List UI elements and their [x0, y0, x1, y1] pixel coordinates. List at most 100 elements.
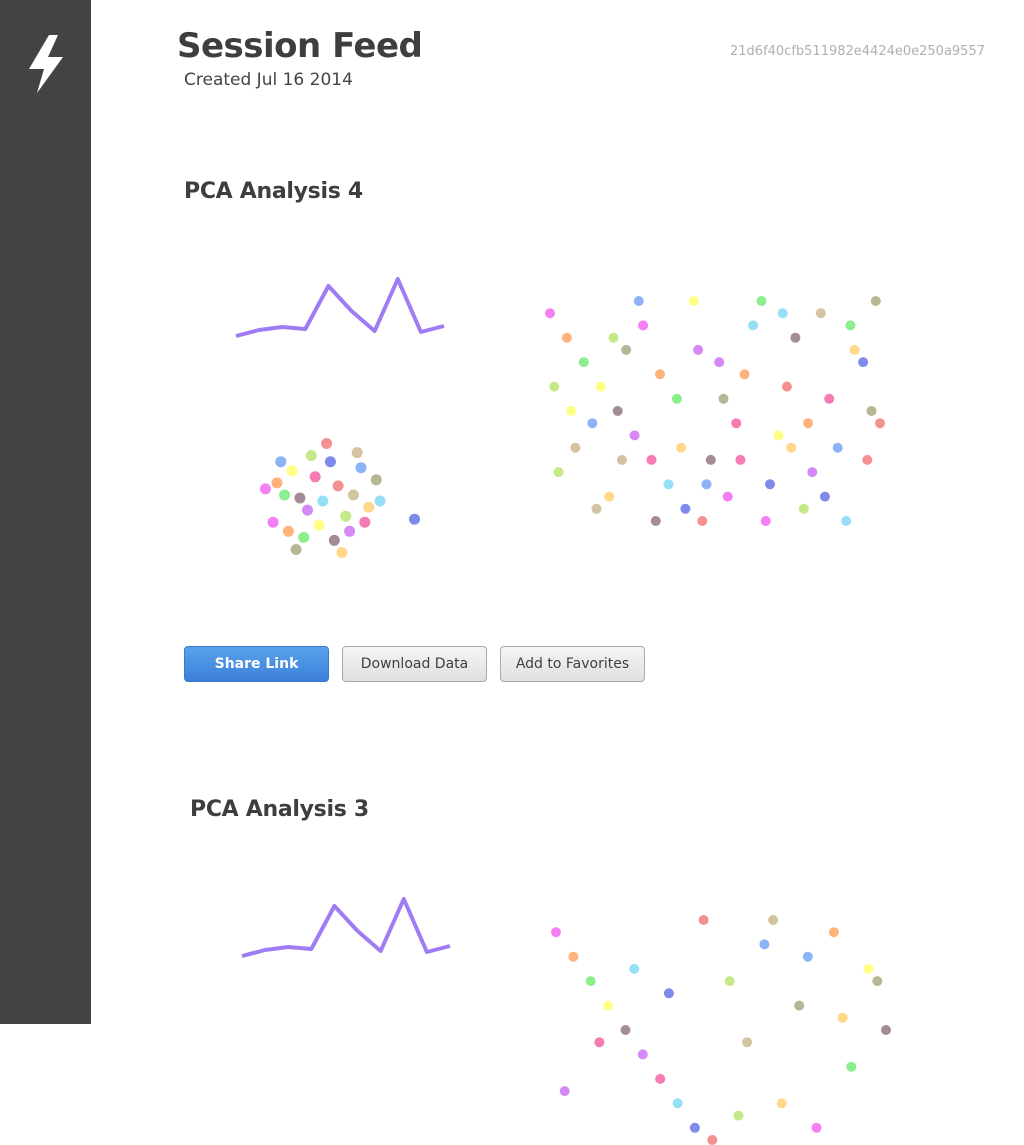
scatter-point — [344, 525, 356, 537]
scatter-plot — [545, 296, 885, 526]
scatter-point — [279, 489, 291, 501]
line-series — [241, 897, 451, 958]
scatter-point — [332, 480, 344, 492]
scatter-point — [317, 495, 329, 507]
scatter-point — [363, 501, 375, 513]
scatter-point — [841, 516, 852, 526]
scatter-point — [275, 456, 287, 468]
scatter-point — [748, 320, 759, 331]
scatter-point — [370, 474, 382, 486]
scatter-point — [559, 1086, 570, 1097]
scatter-point — [777, 308, 788, 319]
scatter-point — [676, 442, 687, 453]
scatter-point — [302, 504, 313, 516]
scatter-point — [663, 988, 674, 999]
scatter-point — [271, 477, 283, 489]
scatter-point — [646, 454, 657, 465]
scatter-point — [260, 483, 271, 495]
scatter-point — [591, 503, 602, 514]
line-series — [235, 277, 445, 338]
scatter-point — [705, 454, 716, 465]
scatter-point — [549, 381, 560, 392]
scatter-point — [336, 547, 348, 558]
scatter-point — [328, 534, 340, 546]
download-data-button[interactable]: Download Data — [342, 646, 487, 682]
scatter-point — [759, 939, 770, 950]
scatter-point — [807, 467, 818, 478]
scatter-point — [680, 503, 691, 514]
scatter-point — [881, 1025, 891, 1035]
scatter-point — [294, 492, 306, 504]
scatter-point — [863, 963, 874, 974]
scatter-point — [845, 320, 856, 331]
scatter-point — [282, 525, 294, 537]
scatter-point — [638, 320, 649, 331]
scatter-point — [620, 1025, 631, 1035]
scatter-point — [697, 516, 708, 526]
scatter-point — [790, 332, 801, 343]
scatter-point — [698, 915, 709, 925]
scatter-point — [409, 513, 420, 525]
scatter-point — [811, 1122, 822, 1133]
scatter-point — [351, 447, 363, 459]
scatter-point — [781, 381, 792, 392]
scatter-point — [837, 1012, 848, 1023]
scatter-point — [313, 519, 325, 531]
scatter-point — [587, 418, 598, 429]
scatter-point — [693, 344, 704, 355]
line-chart — [241, 897, 451, 958]
scatter-point — [545, 308, 555, 319]
scatter-point — [347, 489, 359, 501]
scatter-point — [786, 442, 797, 453]
scatter-point — [824, 393, 835, 404]
scatter-point — [663, 479, 674, 490]
scatter-point — [722, 491, 733, 502]
scatter-point — [570, 442, 581, 453]
scatter-point — [604, 491, 615, 502]
scatter-point — [359, 516, 371, 528]
scatter-point — [802, 951, 813, 962]
scatter-point — [305, 450, 317, 462]
scatter-point — [298, 531, 310, 543]
share-link-button[interactable]: Share Link — [184, 646, 329, 682]
cluster-scatter — [260, 438, 420, 558]
scatter-point — [633, 296, 644, 306]
scatter-point — [551, 927, 561, 938]
scatter-point — [846, 1061, 857, 1072]
scatter-point — [849, 344, 860, 355]
scatter-point — [655, 1073, 666, 1084]
scatter-point — [629, 430, 640, 441]
scatter-point — [798, 503, 809, 514]
scatter-point — [858, 357, 869, 368]
scatter-point — [735, 454, 746, 465]
line-chart — [235, 277, 445, 338]
scatter-point — [594, 1037, 605, 1048]
scatter-point — [739, 369, 750, 380]
scatter-point — [714, 357, 725, 368]
scatter-point — [875, 418, 885, 429]
scatter-point — [629, 963, 640, 974]
scatter-point — [324, 456, 336, 468]
scatter-point — [672, 1098, 683, 1109]
scatter-point — [803, 418, 814, 429]
scatter-point — [286, 465, 298, 477]
scatter-point — [768, 915, 779, 925]
scatter-point — [701, 479, 712, 490]
scatter-point — [872, 976, 883, 987]
scatter-point — [707, 1135, 718, 1145]
scatter-point — [650, 516, 661, 526]
lightning-bolt-icon[interactable] — [25, 33, 67, 95]
scatter-point — [309, 471, 321, 483]
scatter-point — [776, 1098, 787, 1109]
scatter-point — [568, 951, 579, 962]
scatter-point — [756, 296, 767, 306]
scatter-point — [616, 454, 627, 465]
scatter-point — [760, 516, 771, 526]
scatter-point — [603, 1000, 614, 1011]
card-title: PCA Analysis 3 — [190, 797, 369, 822]
scatter-point — [731, 418, 742, 429]
scatter-point — [724, 976, 735, 987]
scatter-point — [815, 308, 826, 319]
add-to-favorites-button[interactable]: Add to Favorites — [500, 646, 645, 682]
scatter-point — [585, 976, 596, 987]
